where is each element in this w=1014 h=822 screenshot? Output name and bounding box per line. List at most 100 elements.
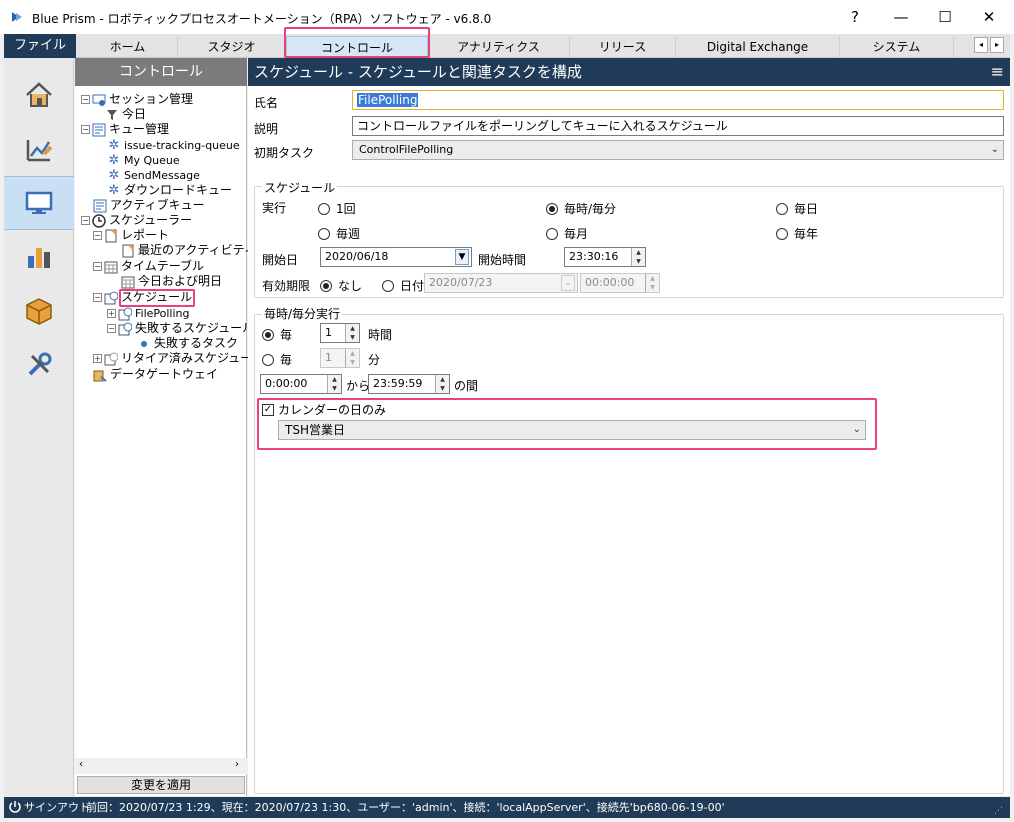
collapse-icon[interactable]: − — [93, 231, 102, 240]
tree-horizontal-scrollbar[interactable]: ‹ › — [75, 758, 247, 774]
control-icon[interactable] — [4, 176, 74, 230]
gear-icon: ✲ — [108, 153, 120, 168]
tab-digital-exchange[interactable]: Digital Exchange — [676, 36, 840, 58]
bullet-icon — [137, 337, 151, 351]
schedule-group-title: スケジュール — [262, 179, 338, 196]
tree-item-queue[interactable]: ✲ SendMessage — [107, 168, 200, 183]
collapse-icon[interactable]: − — [93, 293, 102, 302]
tab-scroll-right-button[interactable]: ▸ — [990, 37, 1004, 53]
window-title: Blue Prism - ロボティックプロセスオートメーション（RPA）ソフトウ… — [32, 12, 492, 26]
expand-icon[interactable]: + — [93, 354, 102, 363]
name-input[interactable]: FilePolling — [352, 90, 1004, 110]
tree-item-failing-task[interactable]: 失敗するタスク — [137, 336, 238, 351]
collapse-icon[interactable]: − — [81, 125, 90, 134]
tree-item-today-tomorrow[interactable]: 今日および明日 — [121, 274, 222, 289]
tab-release[interactable]: リリース — [570, 36, 676, 58]
system-icon[interactable] — [4, 338, 74, 392]
tree-item-recent-activity[interactable]: 最近のアクティビティ — [121, 243, 256, 258]
tab-studio[interactable]: スタジオ — [178, 36, 286, 58]
calendar-select[interactable]: TSH営業日 ⌄ — [278, 420, 866, 440]
run-monthly-radio[interactable]: 毎月 — [546, 225, 588, 242]
expiry-date-radio[interactable]: 日付 — [382, 277, 424, 294]
run-hourly-radio[interactable]: 毎時/毎分 — [546, 200, 616, 217]
scroll-right-icon[interactable]: › — [235, 759, 239, 770]
hours-unit-label: 時間 — [368, 328, 393, 342]
expand-icon[interactable]: + — [107, 309, 116, 318]
sign-out-link[interactable]: サインアウト — [24, 797, 90, 818]
run-once-radio[interactable]: 1回 — [318, 200, 356, 217]
calendar-only-checkbox[interactable]: ✓ カレンダーの日のみ — [262, 401, 386, 418]
start-date-picker[interactable]: 2020/06/18 ▼ — [320, 247, 472, 267]
tree-item-today[interactable]: 今日 — [105, 107, 146, 122]
tab-home[interactable]: ホーム — [78, 36, 178, 58]
tree-item-queue[interactable]: ✲ My Queue — [107, 153, 180, 168]
tab-control[interactable]: コントロール — [286, 36, 428, 58]
main-tab-bar: ファイル ホーム スタジオ コントロール アナリティクス リリース Digita… — [4, 34, 1010, 58]
minutes-spinner[interactable]: 1 ▲ ▼ — [320, 348, 360, 368]
power-icon[interactable] — [8, 800, 22, 814]
tree-item-queue-mgmt[interactable]: − キュー管理 — [81, 122, 169, 137]
tree-item-active-queue[interactable]: アクティブキュー — [93, 198, 205, 213]
tree-item-timetable[interactable]: − タイムテーブル — [93, 259, 204, 274]
every-minutes-radio[interactable]: 毎 — [262, 351, 292, 368]
expiry-date-picker[interactable]: 2020/07/23 ⌄ — [424, 273, 578, 293]
tab-analytics[interactable]: アナリティクス — [428, 36, 570, 58]
release-icon[interactable] — [4, 284, 74, 338]
status-bar: サインアウト 前回：2020/07/23 1:29、現在：2020/07/23 … — [4, 797, 1010, 818]
spinner-arrows-icon: ▲ ▼ — [345, 349, 359, 367]
start-time-spinner[interactable]: 23:30:16 ▲ ▼ — [564, 247, 646, 267]
description-input[interactable]: コントロールファイルをポーリングしてキューに入れるスケジュール — [352, 116, 1004, 136]
file-menu[interactable]: ファイル — [4, 34, 76, 58]
expiry-none-radio[interactable]: なし — [320, 277, 362, 294]
every-hours-radio[interactable]: 毎 — [262, 326, 292, 343]
studio-icon[interactable] — [4, 122, 74, 176]
hours-spinner[interactable]: 1 ▲ ▼ — [320, 323, 360, 343]
hamburger-menu-icon[interactable]: ≡ — [991, 58, 1004, 86]
run-daily-radio[interactable]: 毎日 — [776, 200, 818, 217]
minimize-button[interactable]: — — [878, 4, 924, 30]
tab-scroll-left-button[interactable]: ◂ — [974, 37, 988, 53]
tree-item-report[interactable]: − レポート — [93, 228, 169, 243]
collapse-icon[interactable]: − — [81, 95, 90, 104]
run-yearly-radio[interactable]: 毎年 — [776, 225, 818, 242]
tree-item-queue[interactable]: ✲ ダウンロードキュー — [107, 183, 232, 198]
scroll-left-icon[interactable]: ‹ — [79, 759, 83, 770]
tree-item-session-mgmt[interactable]: − セッション管理 — [81, 92, 193, 107]
calendar-dropdown-icon[interactable]: ▼ — [455, 249, 469, 265]
schedule-icon — [104, 352, 118, 366]
home-icon[interactable] — [4, 68, 74, 122]
spinner-arrows-icon[interactable]: ▲ ▼ — [327, 375, 341, 393]
tree-item-retired-schedule[interactable]: + リタイア済みスケジュール — [93, 351, 264, 366]
control-tree-panel: コントロール − セッション管理 今日 − キュー管理 ✲ issue-trac… — [75, 58, 264, 796]
to-time-spinner[interactable]: 23:59:59 ▲ ▼ — [368, 374, 450, 394]
close-button[interactable]: ✕ — [966, 4, 1012, 30]
gear-icon: ✲ — [108, 183, 120, 198]
analytics-icon[interactable] — [4, 230, 74, 284]
help-button[interactable]: ? — [832, 4, 878, 30]
tree-item-schedule[interactable]: − スケジュール — [93, 290, 192, 305]
tree-item-scheduler[interactable]: − スケジューラー — [81, 213, 192, 228]
collapse-icon[interactable]: − — [93, 262, 102, 271]
spinner-arrows-icon[interactable]: ▲ ▼ — [345, 324, 359, 342]
tree-item-failing-schedule[interactable]: − 失敗するスケジュール — [107, 321, 254, 336]
initial-task-select[interactable]: ControlFilePolling ⌄ — [352, 140, 1004, 160]
from-time-spinner[interactable]: 0:00:00 ▲ ▼ — [260, 374, 342, 394]
resize-grip-icon[interactable]: ⋰ — [994, 801, 1006, 816]
schedule-icon — [118, 322, 132, 336]
maximize-button[interactable]: ☐ — [922, 4, 968, 30]
tree-item-filepolling[interactable]: + FilePolling — [107, 306, 190, 321]
tree-item-queue[interactable]: ✲ issue-tracking-queue — [107, 138, 240, 153]
start-time-label: 開始時間 — [478, 253, 527, 267]
gear-icon: ✲ — [108, 138, 120, 153]
spinner-arrows-icon[interactable]: ▲ ▼ — [631, 248, 645, 266]
spinner-arrows-icon[interactable]: ▲ ▼ — [435, 375, 449, 393]
collapse-icon[interactable]: − — [107, 324, 116, 333]
collapse-icon[interactable]: − — [81, 216, 90, 225]
tab-system[interactable]: システム — [840, 36, 954, 58]
title-bar: Blue Prism - ロボティックプロセスオートメーション（RPA）ソフトウ… — [0, 0, 1014, 34]
tree-item-data-gateway[interactable]: データゲートウェイ — [93, 367, 218, 382]
panel-title: スケジュール - スケジュールと関連タスクを構成 ≡ — [248, 58, 1010, 86]
run-weekly-radio[interactable]: 毎週 — [318, 225, 360, 242]
apply-changes-button[interactable]: 変更を適用 — [77, 776, 245, 794]
expiry-time-spinner[interactable]: 00:00:00 ▲ ▼ — [580, 273, 660, 293]
